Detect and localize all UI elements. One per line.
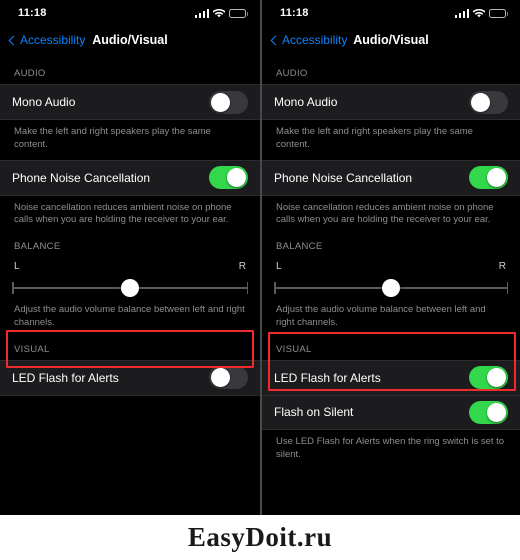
row-label-phone-noise-cancellation: Phone Noise Cancellation: [12, 170, 151, 185]
balance-control: L R: [262, 257, 520, 298]
cellular-signal-icon: [194, 8, 209, 18]
navigation-bar: Accessibility Audio/Visual: [0, 26, 260, 54]
row-label-mono-audio: Mono Audio: [12, 95, 76, 109]
status-bar: 11:18: [0, 0, 260, 26]
section-header-audio: AUDIO: [14, 68, 46, 79]
back-button-label: Accessibility: [20, 33, 86, 47]
screenshot-pair: 11:18 Accessibility Audio/Visual AUDIO M…: [0, 0, 520, 515]
footnote-balance: Adjust the audio volume balance between …: [14, 304, 245, 329]
footnote-balance: Adjust the audio volume balance between …: [276, 304, 486, 329]
toggle-mono-audio[interactable]: [469, 90, 508, 114]
watermark-bar: EasyDoit.ru: [0, 515, 520, 560]
toggle-led-flash-for-alerts[interactable]: [209, 366, 248, 390]
phone-screen-after: 11:18 Accessibility Audio/Visual AUDIO M…: [260, 0, 520, 515]
status-bar-time: 11:18: [18, 7, 47, 19]
section-header-visual: VISUAL: [276, 343, 312, 355]
balance-control: L R: [0, 257, 260, 298]
toggle-phone-noise-cancellation[interactable]: [469, 166, 508, 190]
footnote-flash-on-silent: Use LED Flash for Alerts when the ring s…: [276, 435, 505, 460]
chevron-left-icon: [270, 35, 281, 45]
row-mono-audio[interactable]: Mono Audio: [0, 85, 260, 119]
balance-slider[interactable]: [274, 278, 508, 298]
status-bar-icons: [194, 8, 248, 18]
chevron-left-icon: [8, 35, 19, 45]
slider-thumb[interactable]: [121, 279, 139, 298]
status-bar: 11:18: [262, 0, 520, 26]
slider-tick-right: [506, 282, 508, 295]
slider-thumb[interactable]: [382, 279, 400, 298]
toggle-led-flash-for-alerts[interactable]: [469, 366, 508, 390]
slider-tick-left: [274, 282, 276, 295]
row-flash-on-silent[interactable]: Flash on Silent: [262, 394, 520, 429]
row-led-flash-for-alerts[interactable]: LED Flash for Alerts: [0, 361, 260, 395]
balance-labels: L R: [274, 261, 508, 278]
navigation-bar: Accessibility Audio/Visual: [262, 26, 520, 54]
toggle-phone-noise-cancellation[interactable]: [209, 166, 248, 190]
balance-left-label: L: [14, 261, 20, 273]
section-header-audio: AUDIO: [276, 68, 308, 79]
row-label-flash-on-silent: Flash on Silent: [274, 405, 354, 420]
phone-screen-before: 11:18 Accessibility Audio/Visual AUDIO M…: [0, 0, 260, 515]
battery-icon: [489, 8, 508, 18]
visual-group: LED Flash for Alerts Flash on Silent: [262, 359, 520, 430]
visual-group: LED Flash for Alerts: [0, 359, 260, 396]
watermark-text: EasyDoit.ru: [187, 522, 333, 552]
status-bar-time: 11:18: [280, 7, 309, 19]
footnote-mono-audio: Make the left and right speakers play th…: [276, 126, 473, 150]
noise-cancellation-group: Phone Noise Cancellation: [0, 159, 260, 196]
footnote-mono-audio: Make the left and right speakers play th…: [14, 126, 211, 150]
balance-right-label: R: [498, 261, 506, 273]
balance-right-label: R: [238, 261, 246, 273]
cellular-signal-icon: [454, 8, 469, 18]
toggle-flash-on-silent[interactable]: [469, 400, 508, 424]
toggle-mono-audio[interactable]: [209, 90, 248, 114]
section-header-balance: BALANCE: [14, 241, 61, 253]
slider-tick-right: [246, 282, 248, 295]
footnote-noise-cancellation: Noise cancellation reduces ambient noise…: [276, 201, 494, 226]
noise-cancellation-group: Phone Noise Cancellation: [262, 159, 520, 196]
back-button-label: Accessibility: [282, 33, 348, 47]
slider-tick-left: [12, 282, 14, 295]
balance-labels: L R: [12, 261, 248, 278]
row-label-phone-noise-cancellation: Phone Noise Cancellation: [274, 170, 413, 185]
row-label-mono-audio: Mono Audio: [274, 95, 338, 109]
row-phone-noise-cancellation[interactable]: Phone Noise Cancellation: [0, 161, 260, 195]
row-label-led-flash-for-alerts: LED Flash for Alerts: [274, 370, 381, 385]
battery-icon: [229, 8, 248, 18]
balance-slider[interactable]: [12, 278, 248, 298]
balance-left-label: L: [276, 261, 282, 273]
row-phone-noise-cancellation[interactable]: Phone Noise Cancellation: [262, 161, 520, 195]
status-bar-icons: [454, 8, 508, 18]
row-label-led-flash-for-alerts: LED Flash for Alerts: [12, 370, 119, 385]
section-header-balance: BALANCE: [276, 241, 323, 253]
section-header-visual: VISUAL: [14, 343, 50, 355]
audio-group: Mono Audio: [0, 84, 260, 120]
wifi-icon: [472, 8, 486, 18]
row-led-flash-for-alerts[interactable]: LED Flash for Alerts: [262, 361, 520, 395]
audio-group: Mono Audio: [262, 84, 520, 120]
back-button-accessibility[interactable]: Accessibility: [270, 33, 348, 47]
back-button-accessibility[interactable]: Accessibility: [8, 33, 86, 47]
row-mono-audio[interactable]: Mono Audio: [262, 85, 520, 119]
wifi-icon: [212, 8, 226, 18]
footnote-noise-cancellation: Noise cancellation reduces ambient noise…: [14, 201, 232, 226]
